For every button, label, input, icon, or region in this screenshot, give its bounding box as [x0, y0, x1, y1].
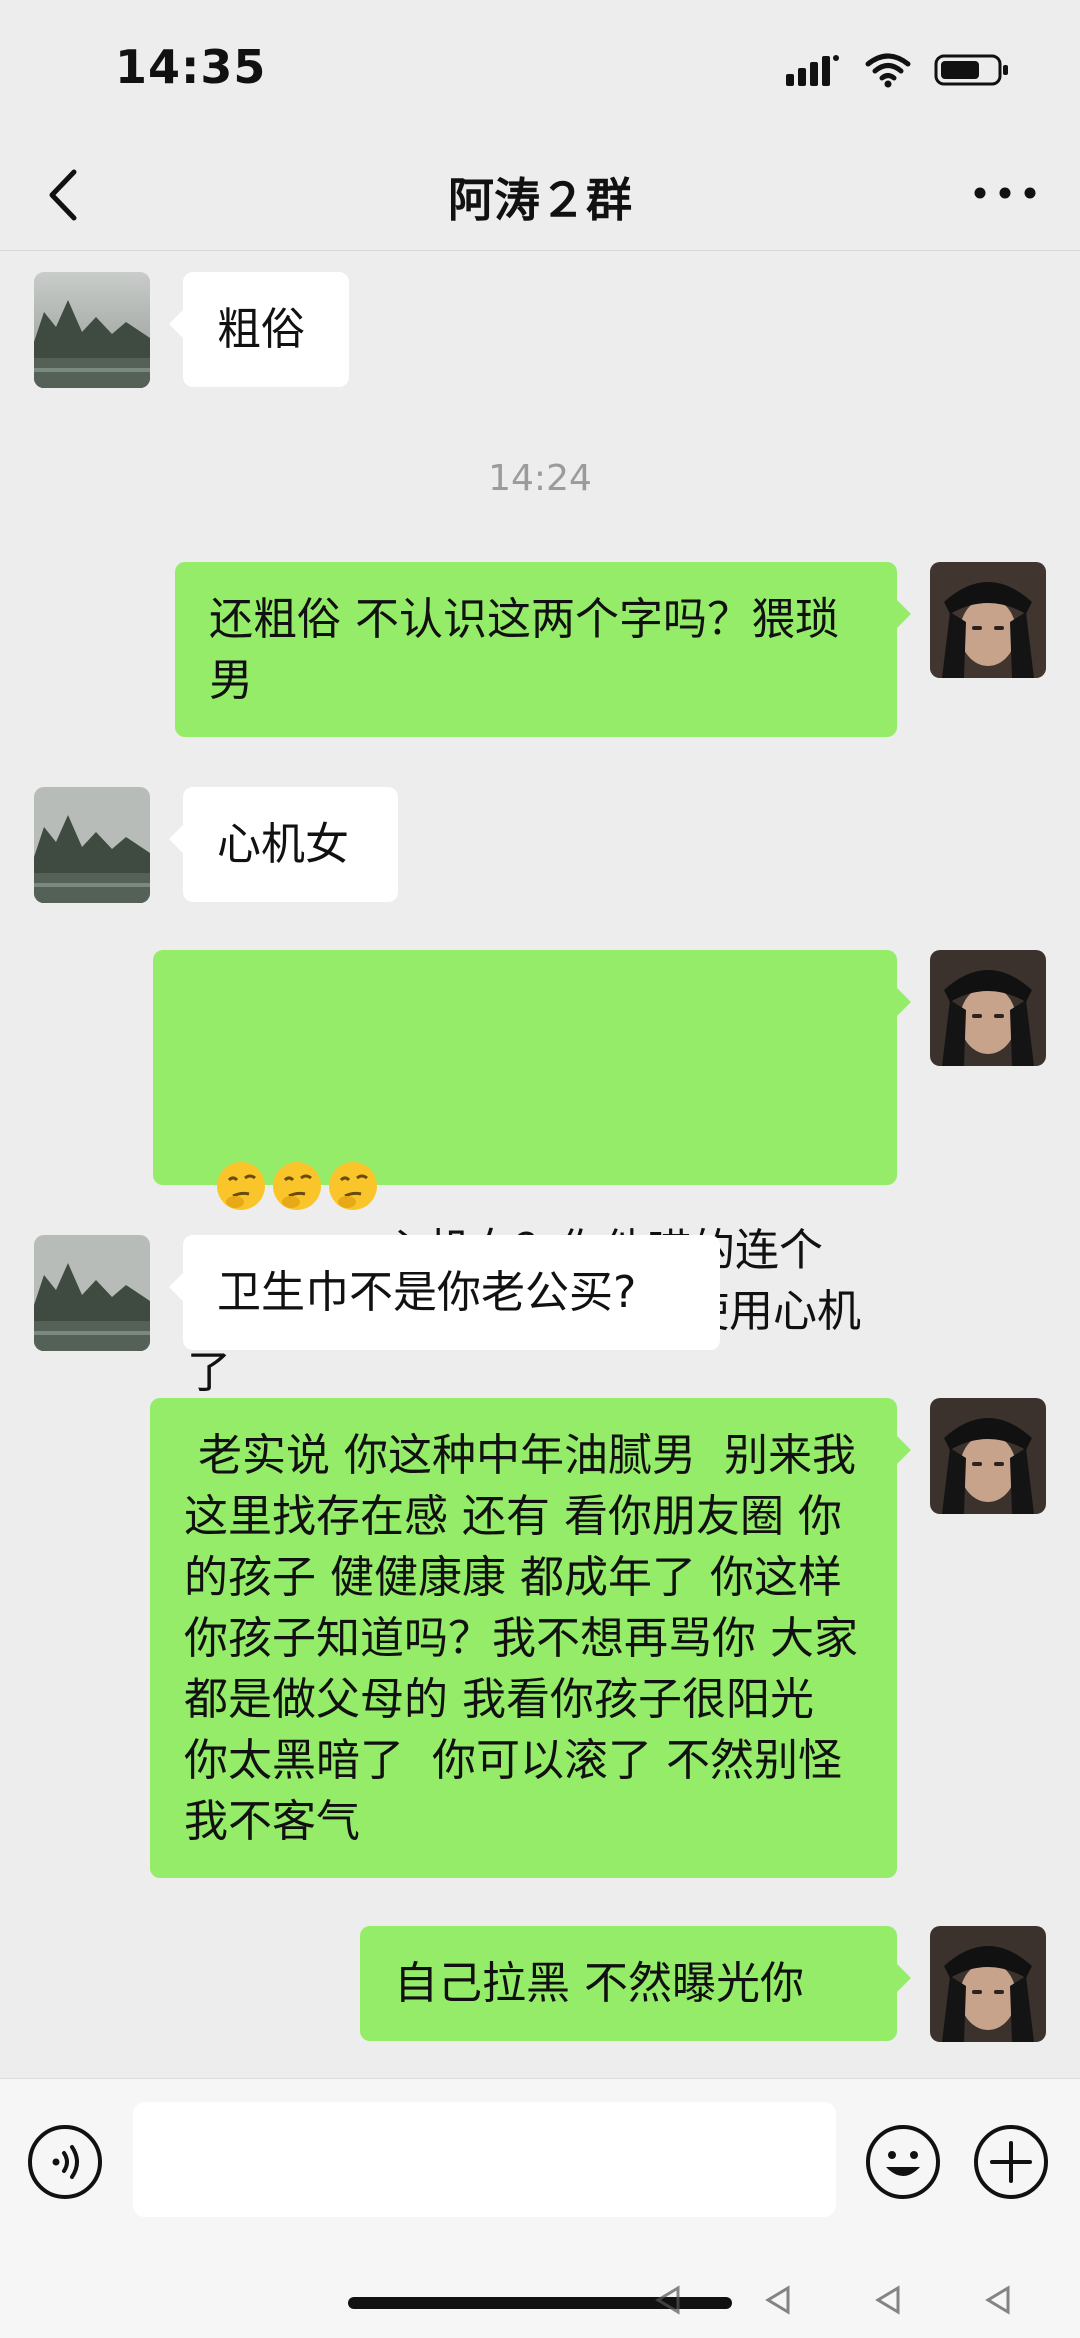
nav-bar: 阿涛２群 — [0, 140, 1080, 251]
status-bar: 14:35 — [0, 0, 1080, 140]
status-icons — [786, 52, 1010, 88]
thinking-emoji-icon — [327, 1038, 379, 1210]
voice-icon[interactable] — [26, 2123, 104, 2201]
message-bubble-outgoing[interactable]: 还粗俗 不认识这两个字吗？猥琐男 — [175, 562, 911, 737]
contact-avatar[interactable] — [34, 787, 150, 903]
battery-icon — [934, 54, 1008, 86]
message-bubble-outgoing[interactable]: 心机女？你他喵的连个卫生巾都没买过 何来对你使用心机了 — [153, 950, 911, 1398]
message-bubble-incoming[interactable]: 心机女 — [169, 787, 398, 902]
message-bubble-outgoing[interactable]: 自己拉黑 不然曝光你 — [360, 1926, 911, 2041]
message-timestamp: 14:24 — [488, 458, 592, 499]
message-bubble-outgoing[interactable]: 老实说 你这种中年油腻男 别来我这里找存在感 还有 看你朋友圈 你的孩子 健健康… — [150, 1398, 911, 1878]
more-dots-icon[interactable] — [970, 168, 1040, 218]
watermark-logo — [655, 2285, 1010, 2315]
status-time: 14:35 — [115, 40, 267, 94]
message-bubble-incoming[interactable]: 卫生巾不是你老公买? — [169, 1235, 720, 1350]
wifi-icon — [865, 53, 911, 88]
contact-avatar[interactable] — [34, 1235, 150, 1351]
user-avatar[interactable] — [930, 1926, 1046, 2042]
signal-icon — [786, 55, 839, 86]
user-avatar[interactable] — [930, 1398, 1046, 1514]
user-avatar[interactable] — [930, 562, 1046, 678]
chat-title: 阿涛２群 — [448, 173, 632, 227]
message-input[interactable] — [133, 2102, 836, 2217]
plus-icon[interactable] — [972, 2123, 1050, 2201]
contact-avatar[interactable] — [34, 272, 150, 388]
thinking-emoji-icon — [215, 1038, 267, 1210]
thinking-emoji-icon — [271, 1038, 323, 1210]
user-avatar[interactable] — [930, 950, 1046, 1066]
message-bubble-incoming[interactable]: 粗俗 — [169, 272, 349, 387]
emoji-icon[interactable] — [864, 2123, 942, 2201]
